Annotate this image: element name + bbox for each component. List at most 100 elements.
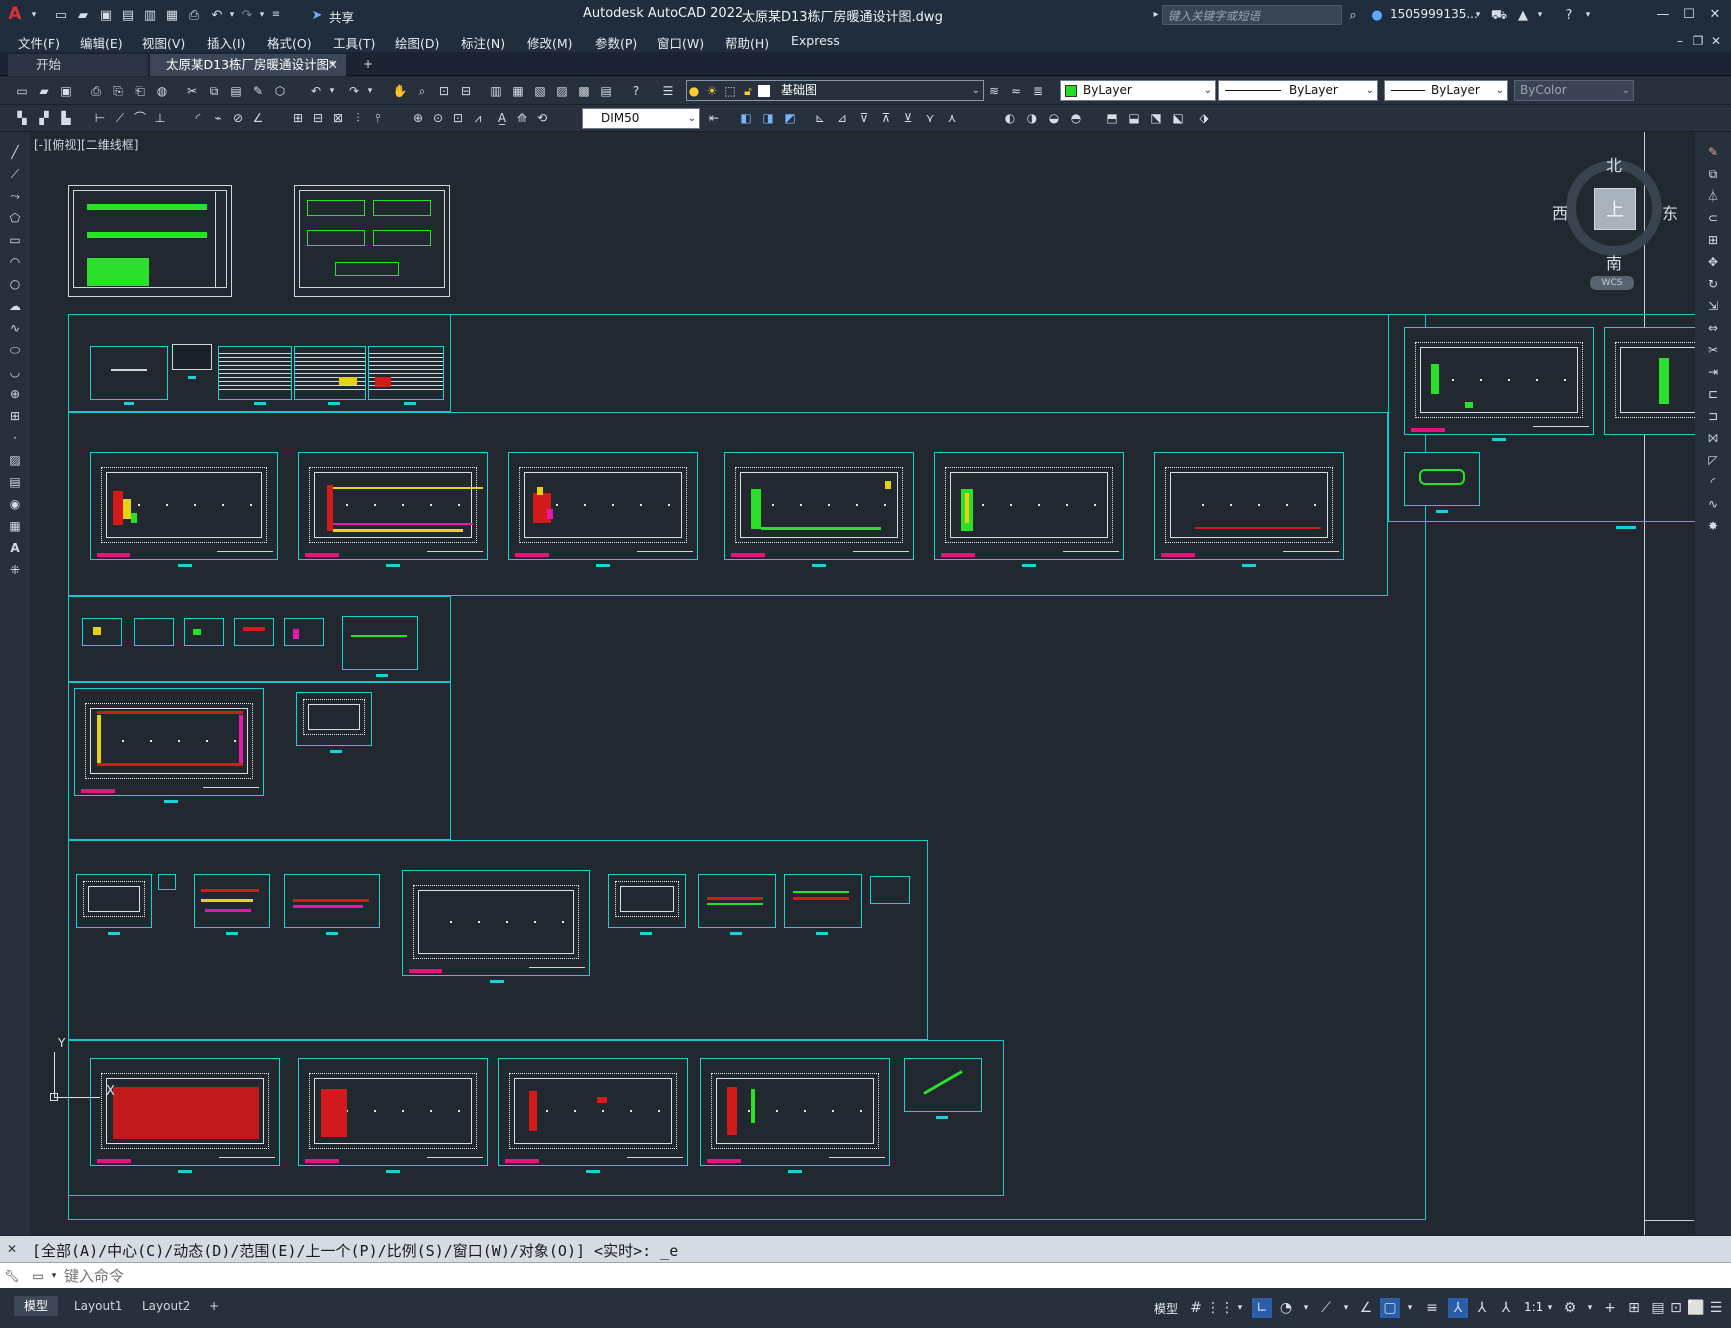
menu-insert[interactable]: 插入(I) [207,33,245,52]
undo-icon[interactable]: ↶ [308,83,324,99]
maximize-icon[interactable]: ☐ [1680,5,1698,23]
lineweight-icon[interactable]: ≡ [1422,1298,1442,1318]
dim-text-edit-icon[interactable]: ⟰ [514,110,530,126]
floor-plan-sheet[interactable] [402,870,590,976]
floor-plan-sheet[interactable] [76,874,152,928]
scale-icon[interactable]: ⇲ [1705,298,1721,314]
detail-sheet[interactable] [184,618,224,646]
paste-icon[interactable]: ▤ [228,83,244,99]
chevron-down-icon[interactable]: ▾ [1540,1298,1560,1318]
floor-plan-sheet[interactable] [784,874,862,928]
model-space-button[interactable]: 模型 [1154,1300,1178,1317]
markup-icon[interactable]: ▩ [576,83,592,99]
layer-match-icon[interactable]: ≋ [986,83,1002,99]
quick-properties-icon[interactable]: ▤ [1648,1298,1668,1318]
match-properties-icon[interactable]: ✎ [250,83,266,99]
inspect-icon[interactable]: ⊡ [450,110,466,126]
annotation-visibility-icon[interactable]: ⅄ [1448,1298,1468,1318]
menu-window[interactable]: 窗口(W) [657,33,704,52]
menu-view[interactable]: 视图(V) [142,33,185,52]
drawing-sheet[interactable] [68,185,232,297]
share-icon[interactable]: ➤ [308,6,326,24]
workspace-icon[interactable]: ▚ [14,110,30,126]
offset-icon[interactable]: ⊂ [1705,210,1721,226]
floor-plan-sheet[interactable] [934,452,1124,560]
notes-sheet[interactable] [294,346,366,400]
quick-dim-icon[interactable]: ⊞ [290,110,306,126]
dim-style-icon[interactable]: ⇤ [706,110,722,126]
dim-space-icon[interactable]: ⫶ [350,110,366,126]
print-icon[interactable]: ⎙ [185,6,203,24]
close-icon[interactable]: ✕ [4,1241,20,1257]
center-mark-icon[interactable]: ⊙ [430,110,446,126]
extend-icon[interactable]: ⇥ [1705,364,1721,380]
rotate-icon[interactable]: ↻ [1705,276,1721,292]
tab-model[interactable]: 模型 [14,1296,59,1316]
line-icon[interactable]: ╱ [7,144,23,160]
menu-dimension[interactable]: 标注(N) [461,33,505,52]
chevron-down-icon[interactable]: ▾ [1400,1298,1420,1318]
angular-dim-icon[interactable]: ∠ [250,110,266,126]
search-input[interactable]: 键入关键字或短语 [1162,5,1342,25]
design-center-icon[interactable]: ▦ [510,83,526,99]
floor-plan-sheet[interactable] [284,874,380,928]
compass-west[interactable]: 西 [1552,200,1568,224]
diameter-dim-icon[interactable]: ⊘ [230,110,246,126]
floor-plan-sheet[interactable] [608,874,686,928]
plotstyle-dropdown[interactable]: ByColor ⌄ [1514,80,1634,101]
dim-update-icon[interactable]: ⟲ [534,110,550,126]
detail-sheet[interactable] [904,1058,982,1112]
plot-preview-icon[interactable]: ⎘ [110,83,126,99]
cover-sheet[interactable] [90,346,168,400]
visual-style-icon-1[interactable]: ◐ [1002,110,1018,126]
drawing-sheet[interactable] [294,185,450,297]
construction-line-icon[interactable]: ⟋ [7,166,23,182]
customize-toolbar-icon[interactable]: ≡ [268,7,284,23]
floor-plan-sheet[interactable] [74,688,264,796]
detail-sheet[interactable] [134,618,174,646]
floor-plan-sheet[interactable] [698,874,776,928]
open-icon[interactable]: ▰ [36,83,52,99]
detail-sheet[interactable] [342,616,418,670]
floor-plan-sheet[interactable] [498,1058,688,1166]
trim-icon[interactable]: ✂ [1705,342,1721,358]
tab-layout2[interactable]: Layout2 [138,1296,194,1316]
command-prompt-icon[interactable]: ▭ [30,1268,46,1284]
drawing-canvas[interactable]: [-][俯视][二维线框] 上 北 南 西 东 WCS Y X [30,132,1695,1235]
doc-restore-icon[interactable]: ❐ [1690,33,1706,49]
command-input[interactable] [64,1266,1664,1286]
floor-plan-sheet[interactable] [298,452,488,560]
wrench-icon[interactable]: 🔧︎ [4,1268,20,1284]
chevron-down-icon[interactable]: ▾ [1532,7,1548,23]
help-icon[interactable]: ? [1560,6,1578,24]
clean-screen-icon[interactable]: ⬜ [1686,1298,1706,1318]
visual-style-icon-3[interactable]: ◒ [1046,110,1062,126]
snap-icon[interactable]: ⋮⋮ [1206,1298,1234,1318]
cart-icon[interactable]: ⛟ [1490,6,1508,24]
arc-length-icon[interactable]: ⌒ [132,110,148,126]
jogged-linear-icon[interactable]: ⩘ [470,110,486,126]
open-folder-icon[interactable]: ▰ [74,6,92,24]
notes-sheet[interactable] [368,346,444,400]
ortho-icon[interactable]: ∟ [1252,1298,1272,1318]
chevron-down-icon[interactable]: ▾ [1336,1298,1356,1318]
render-icon-3[interactable]: ⬔ [1148,110,1164,126]
render-icon-1[interactable]: ⬒ [1104,110,1120,126]
customization-menu-icon[interactable]: ☰ [1706,1298,1726,1318]
floor-plan-sheet[interactable] [1404,327,1594,435]
properties-icon[interactable]: ▥ [488,83,504,99]
floor-plan-sheet[interactable] [1154,452,1344,560]
break-point-icon[interactable]: ⊏ [1705,386,1721,402]
compass-east[interactable]: 东 [1662,200,1678,224]
erase-icon[interactable]: ✎ [1705,144,1721,160]
floor-plan-sheet[interactable] [700,1058,890,1166]
cut-icon[interactable]: ✂ [184,83,200,99]
layer-walk-icon[interactable]: ▙ [58,110,74,126]
detail-sheet[interactable] [296,692,372,746]
ucs-icon-7[interactable]: ⋏ [944,110,960,126]
ucs-icon-3[interactable]: ⊽ [856,110,872,126]
3d-print-icon[interactable]: ◍ [154,83,170,99]
zoom-realtime-icon[interactable]: ⌕ [414,83,430,99]
save-icon[interactable]: ▣ [58,83,74,99]
menu-help[interactable]: 帮助(H) [725,33,769,52]
